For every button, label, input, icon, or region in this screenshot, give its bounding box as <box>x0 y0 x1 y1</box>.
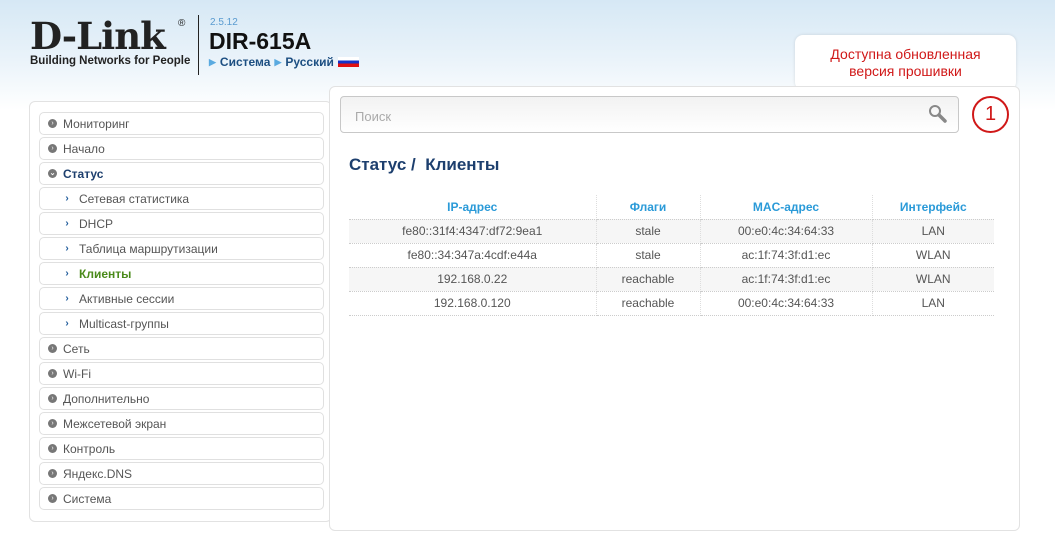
table-row[interactable]: fe80::34:347a:4cdf:e44a stale ac:1f:74:3f:… <box>349 243 994 268</box>
table-cell: ac:1f:74:3f:d1:ec <box>700 267 873 292</box>
notification-count-badge[interactable]: 1 <box>972 96 1009 133</box>
notice-line-2: версия прошивки <box>849 63 962 79</box>
logo-tagline: Building Networks for People <box>30 55 191 67</box>
firmware-update-notice[interactable]: Доступна обновленная версия прошивки <box>795 35 1016 100</box>
sidebar-item-label: Wi-Fi <box>63 366 91 381</box>
table-row[interactable]: 192.168.0.22 reachable ac:1f:74:3f:d1:ec WL… <box>349 267 994 292</box>
chevron-right-icon: › <box>65 243 69 254</box>
table-cell: 00:e0:4c:34:64:33 <box>700 291 873 316</box>
sidebar-item-label: DHCP <box>79 216 114 231</box>
search-input[interactable]: Поиск <box>340 96 959 133</box>
sidebar-item[interactable]: › Система <box>39 487 324 510</box>
sidebar-item-label: Активные сессии <box>79 291 175 306</box>
sidebar-item-label: Таблица маршрутизации <box>79 241 218 256</box>
arrow-icon: ▶ <box>209 56 216 67</box>
table-header-row: IP-адрес Флаги MAC-адрес Интерфейс <box>349 195 994 220</box>
sidebar-item[interactable]: › Начало <box>39 137 324 160</box>
chevron-right-icon: › <box>48 144 57 153</box>
chevron-right-icon: › <box>48 419 57 428</box>
sidebar-item[interactable]: › DHCP <box>39 212 324 235</box>
table-cell: reachable <box>596 291 701 316</box>
sidebar-item-label: Мониторинг <box>63 116 130 131</box>
chevron-right-icon: › <box>48 394 57 403</box>
chevron-right-icon: › <box>48 469 57 478</box>
sidebar-item[interactable]: › Мониторинг <box>39 112 324 135</box>
sidebar: › Мониторинг › Начало ⌄ Статус › Сетевая статис… <box>29 101 332 522</box>
chevron-right-icon: › <box>48 369 57 378</box>
sidebar-item[interactable]: › Сетевая статистика <box>39 187 324 210</box>
system-link[interactable]: Система <box>220 55 271 69</box>
table-cell: reachable <box>596 267 701 292</box>
sidebar-item-label: Сеть <box>63 341 90 356</box>
sidebar-item-label: Статус <box>63 166 104 181</box>
table-cell: stale <box>596 219 701 244</box>
table-cell: WLAN <box>872 267 994 292</box>
logo-text: D-Link <box>30 14 166 58</box>
chevron-right-icon: › <box>65 193 69 204</box>
header-divider <box>198 15 199 75</box>
sidebar-item-label: Контроль <box>63 441 116 456</box>
sidebar-item[interactable]: › Дополнительно <box>39 387 324 410</box>
language-link[interactable]: Русский <box>285 55 334 69</box>
chevron-right-icon: › <box>65 268 69 279</box>
chevron-right-icon: › <box>65 293 69 304</box>
table-row[interactable]: fe80::31f4:4347:df72:9ea1 stale 00:e0:4c:3… <box>349 219 994 244</box>
column-header[interactable]: Флаги <box>596 195 701 220</box>
dlink-logo: D-Link ® Building Networks for People <box>30 14 191 68</box>
breadcrumb-section: Статус / <box>349 155 416 174</box>
breadcrumb-page: Клиенты <box>425 155 500 174</box>
sidebar-item-label: Сетевая статистика <box>79 191 190 206</box>
sidebar-item[interactable]: › Wi-Fi <box>39 362 324 385</box>
clients-table: IP-адрес Флаги MAC-адрес Интерфейс fe80:… <box>349 195 994 316</box>
table-cell: LAN <box>872 291 994 316</box>
sidebar-item-label: Яндекс.DNS <box>63 466 133 481</box>
search-icon[interactable] <box>928 104 948 124</box>
header-links: ▶ Система ▶ Русский <box>209 55 359 69</box>
sidebar-item-label: Система <box>63 491 112 506</box>
sidebar-item[interactable]: › Контроль <box>39 437 324 460</box>
chevron-right-icon: › <box>48 444 57 453</box>
table-cell: WLAN <box>872 243 994 268</box>
arrow-icon: ▶ <box>274 56 282 67</box>
chevron-right-icon: › <box>48 119 57 128</box>
sidebar-item-label: Multicast-группы <box>79 316 169 331</box>
table-cell: fe80::34:347a:4cdf:e44a <box>349 243 597 268</box>
table-cell: stale <box>596 243 701 268</box>
chevron-down-icon: ⌄ <box>48 169 57 178</box>
firmware-version: 2.5.12 <box>210 17 238 28</box>
table-cell: ac:1f:74:3f:d1:ec <box>700 243 873 268</box>
table-cell: fe80::31f4:4347:df72:9ea1 <box>349 219 597 244</box>
sidebar-item-label: Межсетевой экран <box>63 416 167 431</box>
chevron-right-icon: › <box>48 494 57 503</box>
device-model: DIR-615A <box>209 28 312 54</box>
russian-flag-icon[interactable] <box>337 57 359 67</box>
sidebar-item[interactable]: › Таблица маршрутизации <box>39 237 324 260</box>
chevron-right-icon: › <box>65 218 69 229</box>
sidebar-item[interactable]: › Сеть <box>39 337 324 360</box>
table-row[interactable]: 192.168.0.120 reachable 00:e0:4c:34:64:33 L… <box>349 291 994 316</box>
sidebar-item-label: Клиенты <box>79 266 132 281</box>
column-header[interactable]: Интерфейс <box>872 195 994 220</box>
table-cell: 192.168.0.120 <box>349 291 597 316</box>
sidebar-item-label: Дополнительно <box>63 391 150 406</box>
table-cell: LAN <box>872 219 994 244</box>
table-cell: 00:e0:4c:34:64:33 <box>700 219 873 244</box>
column-header[interactable]: IP-адрес <box>349 195 597 220</box>
chevron-right-icon: › <box>65 318 69 329</box>
table-cell: 192.168.0.22 <box>349 267 597 292</box>
sidebar-item[interactable]: › Клиенты <box>39 262 324 285</box>
sidebar-item[interactable]: ⌄ Статус <box>39 162 324 185</box>
sidebar-item[interactable]: › Яндекс.DNS <box>39 462 324 485</box>
notice-line-1: Доступна обновленная <box>830 46 981 62</box>
sidebar-item[interactable]: › Межсетевой экран <box>39 412 324 435</box>
sidebar-item[interactable]: › Активные сессии <box>39 287 324 310</box>
column-header[interactable]: MAC-адрес <box>700 195 873 220</box>
chevron-right-icon: › <box>48 344 57 353</box>
sidebar-item[interactable]: › Multicast-группы <box>39 312 324 335</box>
sidebar-item-label: Начало <box>63 141 105 156</box>
registered-mark: ® <box>178 18 186 29</box>
page-title: Статус / Клиенты <box>349 155 499 175</box>
